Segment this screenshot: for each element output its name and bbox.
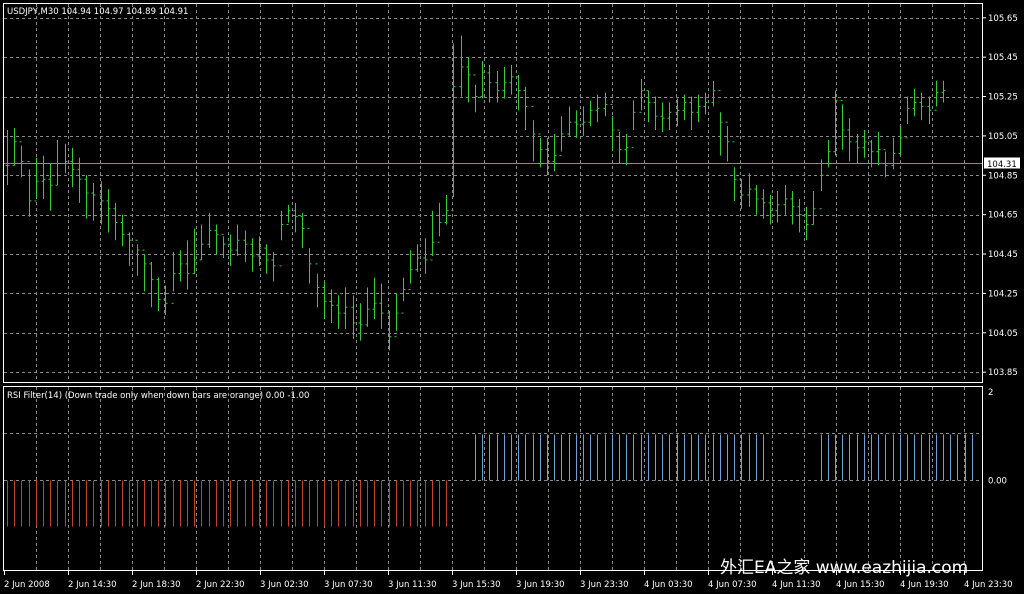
current-price-label: 104.31	[987, 160, 1017, 170]
indicator-tick-label: 0.00	[988, 477, 1007, 487]
time-tick-label: 3 Jun 07:30	[324, 580, 373, 590]
price-tick-label: 105.05	[988, 132, 1018, 142]
time-tick-label: 4 Jun 15:30	[836, 580, 885, 590]
time-tick-label: 2 Jun 18:30	[132, 580, 181, 590]
chart-canvas: 105.65 105.45 105.25 105.05 104.85 104.65 104.…	[0, 0, 1024, 594]
time-tick-label: 3 Jun 11:30	[388, 580, 437, 590]
price-tick-label: 105.65	[988, 14, 1018, 24]
time-tick-label: 2 Jun 14:30	[68, 580, 117, 590]
price-tick-label: 104.05	[988, 329, 1018, 339]
time-tick-label: 3 Jun 15:30	[452, 580, 501, 590]
time-tick-label: 2 Jun 22:30	[196, 580, 245, 590]
time-tick-label: 4 Jun 19:30	[900, 580, 949, 590]
price-tick-label: 104.25	[988, 289, 1018, 299]
price-tick-label: 104.85	[988, 171, 1018, 181]
time-tick-label: 2 Jun 2008	[4, 580, 50, 590]
time-tick-label: 4 Jun 07:30	[708, 580, 757, 590]
indicator-tick-label: 2	[988, 388, 993, 398]
time-tick-label: 3 Jun 23:30	[580, 580, 629, 590]
watermark: 外汇EA之家 www.eazhijia.com	[720, 558, 968, 578]
indicator-header: RSI Filter(14) (Down trade only when dow…	[7, 391, 309, 401]
time-tick-label: 4 Jun 03:30	[644, 580, 693, 590]
price-tick-label: 104.45	[988, 250, 1018, 260]
main-chart-header: USDJPY,M30 104.94 104.97 104.89 104.91	[7, 7, 188, 17]
price-tick-label: 103.85	[988, 368, 1018, 378]
time-tick-label: 3 Jun 02:30	[260, 580, 309, 590]
price-tick-label: 105.45	[988, 53, 1018, 63]
time-tick-label: 3 Jun 19:30	[516, 580, 565, 590]
time-tick-label: 4 Jun 11:30	[772, 580, 821, 590]
current-price-tag: 104.31	[984, 157, 1020, 170]
time-tick-label: 4 Jun 23:30	[964, 580, 1013, 590]
price-tick-label: 104.65	[988, 211, 1018, 221]
price-tick-label: 105.25	[988, 93, 1018, 103]
